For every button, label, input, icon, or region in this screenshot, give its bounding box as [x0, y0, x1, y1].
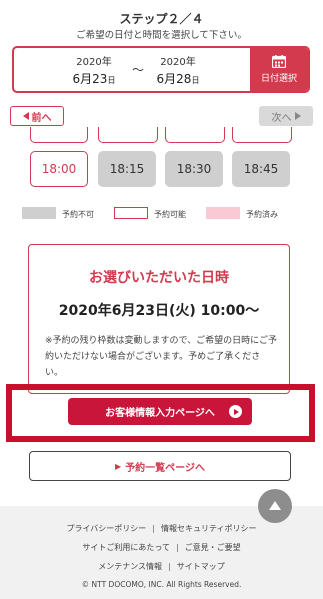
date-range-box: 2020年 6月23日 〜 2020年 6月28日 日付選択	[12, 46, 310, 93]
date-to: 2020年 6月28日	[138, 53, 218, 87]
step-title: ステップ２／４	[119, 12, 204, 26]
back-to-top-button[interactable]	[258, 489, 292, 523]
footer-links-row: サイトご利用にあたって | ご意見・ご要望	[82, 543, 241, 552]
availability-note: ※予約の残り枠数は変動しますので、ご希望の日時にご予約いただけない場合がございま…	[45, 336, 278, 378]
step-instruction: ご希望の日付と時間を選択して下さい。	[76, 30, 247, 41]
arrow-right-circle-icon	[229, 405, 242, 418]
selected-datetime-box: お選びいただいた日時 2020年6月23日(火) 10:00〜 ※予約の残り枠数…	[28, 244, 290, 394]
date-select-button[interactable]: 日付選択	[250, 48, 308, 91]
chevron-right-icon: ▶	[115, 461, 122, 471]
slot-previous-row[interactable]	[232, 127, 292, 143]
reservation-list-label: 予約一覧ページへ	[125, 462, 205, 474]
legend-unavailable: 予約不可	[62, 210, 94, 219]
selected-datetime-title: お選びいただいた日時	[89, 270, 229, 286]
time-slot[interactable]: 18:00	[30, 151, 88, 187]
customer-info-button[interactable]: お客様情報入力ページへ	[68, 398, 252, 425]
section-divider	[0, 232, 323, 240]
date-to-year: 2020年	[160, 57, 196, 68]
time-slot: 18:45	[232, 151, 290, 187]
footer-link-sitemap[interactable]: サイトマップ	[177, 562, 225, 571]
chevron-left-icon	[22, 112, 29, 120]
footer-link-feedback[interactable]: ご意見・ご要望	[185, 543, 241, 552]
prev-label: 前へ	[31, 112, 52, 124]
footer-link-privacy[interactable]: プライバシーポリシー	[66, 524, 146, 533]
footer-link-security[interactable]: 情報セキュリティポリシー	[161, 524, 257, 533]
customer-info-label: お客様情報入力ページへ	[105, 408, 215, 419]
footer-links-row: メンテナンス情報 | サイトマップ	[98, 562, 225, 571]
date-from-year: 2020年	[76, 57, 112, 68]
calendar-icon	[272, 55, 286, 68]
footer-link-terms[interactable]: サイトご利用にあたって	[82, 543, 170, 552]
legend-available: 予約可能	[154, 210, 186, 219]
date-to-day: 6月28日	[156, 72, 200, 86]
slot-previous-row[interactable]	[165, 127, 225, 143]
slot-previous-row[interactable]	[30, 127, 88, 143]
date-from: 2020年 6月23日	[54, 53, 134, 87]
footer-links-row: プライバシーポリシー | 情報セキュリティポリシー	[66, 524, 257, 533]
next-button[interactable]: 次へ	[259, 106, 313, 126]
reservation-list-button[interactable]: ▶ 予約一覧ページへ	[29, 451, 291, 481]
time-slot: 18:30	[165, 151, 223, 187]
legend-swatch-booked	[206, 207, 240, 219]
slot-previous-row[interactable]	[98, 127, 158, 143]
date-from-day: 6月23日	[72, 72, 116, 86]
legend-swatch-unavailable	[22, 207, 56, 219]
footer-link-maintenance[interactable]: メンテナンス情報	[98, 562, 162, 571]
date-select-label: 日付選択	[260, 74, 297, 84]
time-slot: 18:15	[98, 151, 156, 187]
arrow-up-icon	[269, 500, 281, 510]
slot-legend: 予約不可 予約可能 予約済み	[0, 207, 323, 221]
selected-datetime-value: 2020年6月23日(火) 10:00〜	[58, 303, 260, 319]
legend-swatch-available	[114, 207, 148, 219]
legend-booked: 予約済み	[246, 210, 278, 219]
step-header: ステップ２／４ ご希望の日付と時間を選択して下さい。	[0, 0, 323, 42]
chevron-right-icon	[294, 112, 301, 120]
next-label: 次へ	[271, 112, 292, 124]
prev-button[interactable]: 前へ	[10, 106, 64, 126]
copyright: © NTT DOCOMO, INC. All Rights Reserved.	[81, 580, 242, 589]
